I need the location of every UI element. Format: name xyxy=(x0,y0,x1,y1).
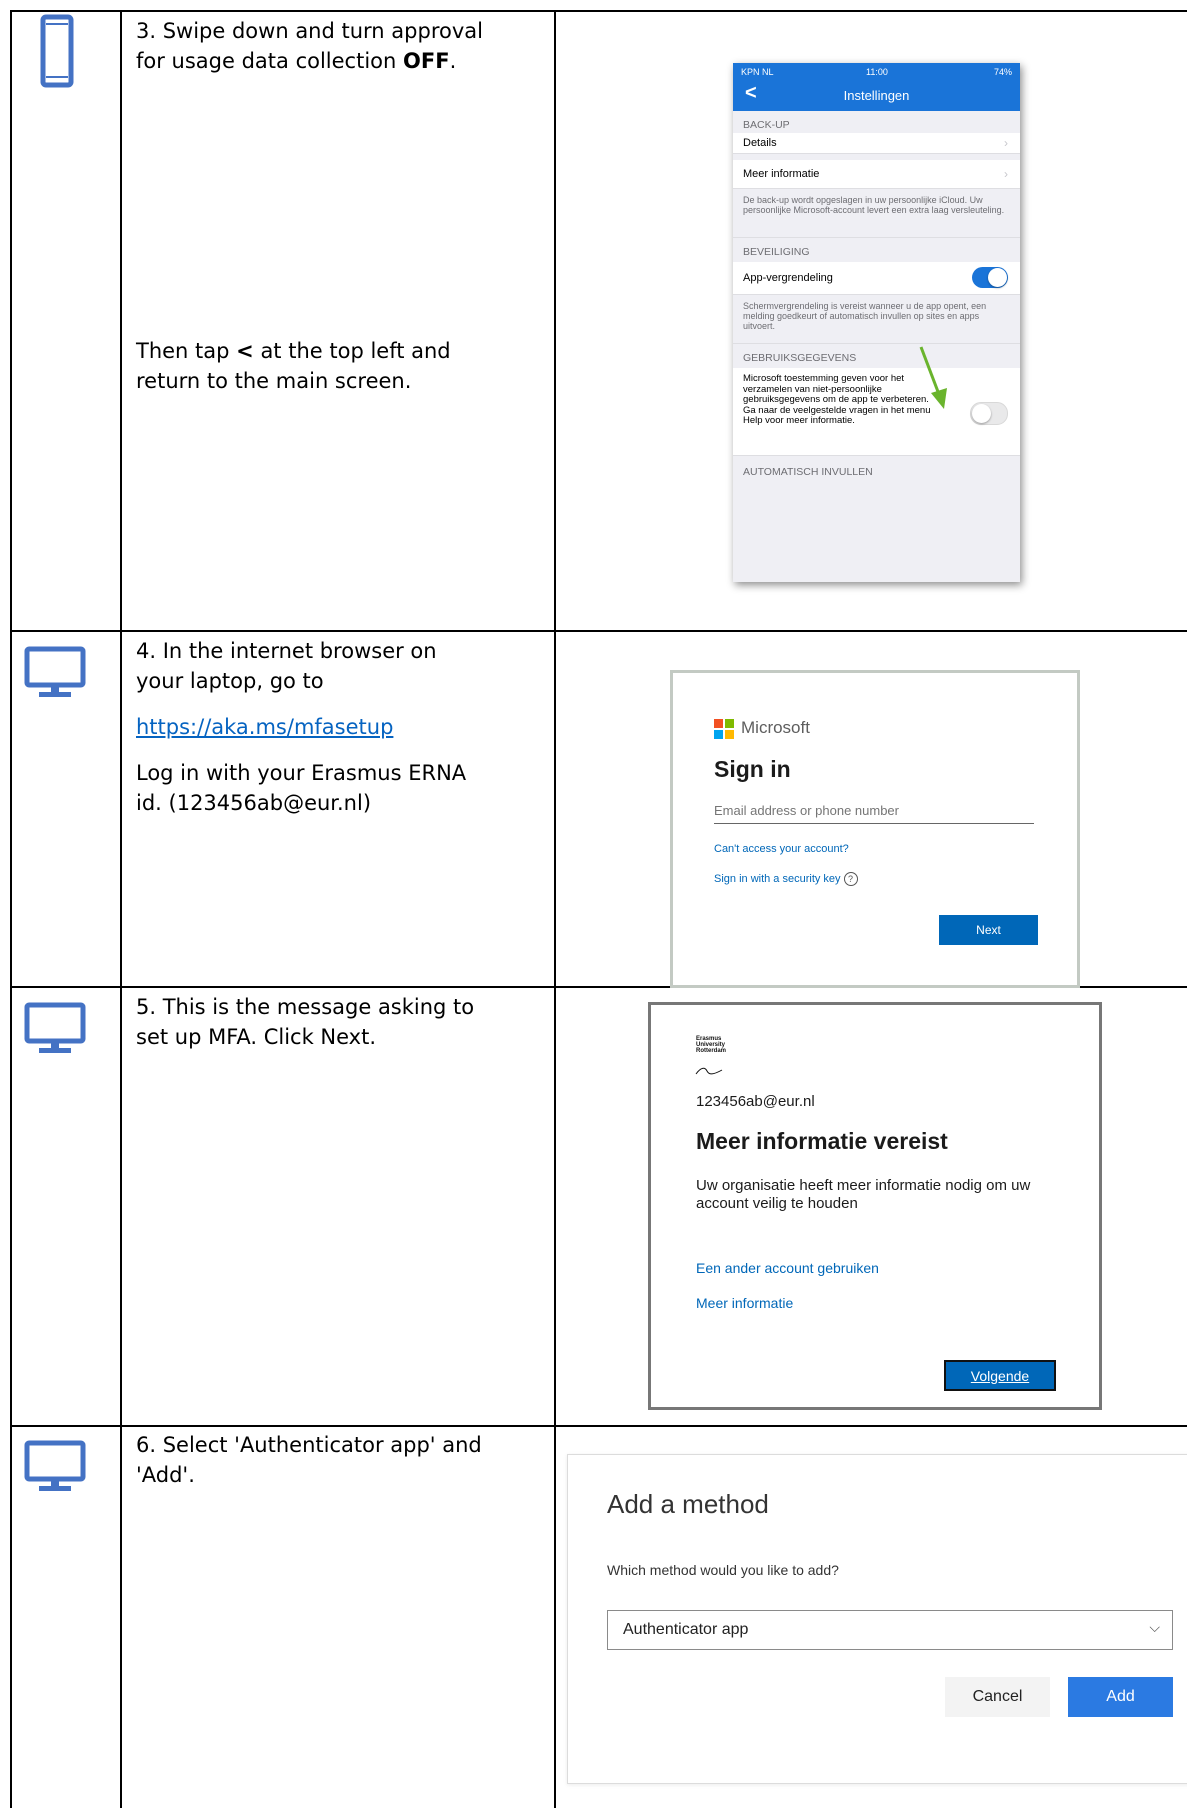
more-info-heading: Meer informatie vereist xyxy=(696,1128,948,1154)
step-5-line2: set up MFA. Click Next. xyxy=(136,1025,377,1049)
green-arrow-icon xyxy=(919,346,947,409)
table-border-left xyxy=(10,10,12,1808)
microsoft-brand: Microsoft xyxy=(741,718,810,737)
microsoft-logo-icon xyxy=(714,719,734,739)
step-3-then-line1: Then tap < at the top left and xyxy=(136,336,536,366)
phone-settings-screenshot: KPN NL 11:00 74% < Instellingen BACK-UP … xyxy=(733,63,1020,582)
other-account-link[interactable]: Een ander account gebruiken xyxy=(696,1260,879,1276)
backup-note: De back-up wordt opgeslagen in uw persoo… xyxy=(743,195,1005,215)
step-4-line1: 4. In the internet browser on xyxy=(136,639,437,663)
add-button[interactable]: Add xyxy=(1068,1677,1173,1717)
status-time: 11:00 xyxy=(866,67,888,77)
section-header-security: BEVEILIGING xyxy=(733,237,1020,262)
step-3-then-prefix: Then tap xyxy=(136,339,237,363)
row-more-info-label: Meer informatie xyxy=(743,168,820,180)
microsoft-sign-in-screenshot: Microsoft Sign in Can't access your acco… xyxy=(670,670,1080,988)
cant-access-link[interactable]: Can't access your account? xyxy=(714,843,849,855)
toggle-knob xyxy=(972,404,991,423)
status-carrier: KPN NL xyxy=(741,67,774,77)
step-3-text: 3. Swipe down and turn approval for usag… xyxy=(136,16,536,76)
row-details[interactable]: Details › xyxy=(733,133,1020,154)
usage-data-toggle[interactable] xyxy=(970,402,1008,425)
help-icon[interactable]: ? xyxy=(843,872,858,886)
step-3-back-glyph-bold: < xyxy=(236,339,254,363)
row-divider xyxy=(10,630,1187,632)
cancel-button[interactable]: Cancel xyxy=(945,1677,1050,1717)
toggle-knob xyxy=(988,268,1007,287)
chevron-down-icon: ⌵ xyxy=(1149,1619,1160,1635)
account-email: 123456ab@eur.nl xyxy=(696,1093,815,1110)
more-info-link[interactable]: Meer informatie xyxy=(696,1295,793,1311)
add-method-heading: Add a method xyxy=(607,1489,769,1519)
row-app-lock[interactable]: App-vergrendeling xyxy=(733,262,1020,295)
email-field[interactable] xyxy=(714,797,1034,824)
step-3-line2-suffix: . xyxy=(449,49,457,73)
column-divider xyxy=(554,10,556,1808)
step-3-line2: for usage data collection OFF. xyxy=(136,46,536,76)
chevron-right-icon: › xyxy=(1004,136,1008,150)
step-5-text: 5. This is the message asking to set up … xyxy=(136,992,536,1052)
next-button[interactable]: Next xyxy=(939,915,1038,945)
step-3-then-line2: return to the main screen. xyxy=(136,369,412,393)
method-select-value: Authenticator app xyxy=(623,1621,749,1638)
status-battery: 74% xyxy=(993,67,1012,77)
row-usage-data[interactable]: Microsoft toestemming geven voor het ver… xyxy=(733,368,1020,456)
row-divider xyxy=(10,1425,1187,1427)
smartphone-icon xyxy=(40,14,74,88)
step-3-then-text: Then tap < at the top left and return to… xyxy=(136,336,536,396)
step-4-link-line: https://aka.ms/mfasetup xyxy=(136,712,536,742)
step-4-line2: your laptop, go to xyxy=(136,669,324,693)
section-header-backup: BACK-UP xyxy=(743,119,790,131)
monitor-icon xyxy=(24,1440,86,1491)
monitor-icon xyxy=(24,646,86,697)
more-info-body: Uw organisatie heeft meer informatie nod… xyxy=(696,1177,1031,1212)
erasmus-logo: Erasmus University Rotterdam xyxy=(696,1036,727,1054)
section-header-usage: GEBRUIKSGEGEVENS xyxy=(733,343,1020,368)
method-select[interactable]: Authenticator app ⌵ xyxy=(607,1610,1173,1650)
row-more-info[interactable]: Meer informatie › xyxy=(733,160,1020,189)
app-lock-toggle[interactable] xyxy=(972,267,1008,288)
security-key-link-label: Sign in with a security key xyxy=(714,872,841,885)
phone-screen-title: Instellingen xyxy=(843,88,910,103)
step-4-text: 4. In the internet browser on your lapto… xyxy=(136,636,536,818)
phone-nav-bar: KPN NL 11:00 74% < Instellingen xyxy=(733,63,1020,111)
step-4-line3: Log in with your Erasmus ERNA xyxy=(136,761,467,785)
row-app-lock-label: App-vergrendeling xyxy=(743,272,833,284)
step-3-line2-prefix: for usage data collection xyxy=(136,49,404,73)
step-3-off-bold: OFF xyxy=(403,49,450,73)
add-method-screenshot: Add a method Which method would you like… xyxy=(567,1454,1187,1784)
instruction-table: 3. Swipe down and turn approval for usag… xyxy=(0,0,1187,1808)
mfasetup-link[interactable]: https://aka.ms/mfasetup xyxy=(136,715,393,739)
add-method-question: Which method would you like to add? xyxy=(607,1562,839,1578)
step-6-line2: 'Add'. xyxy=(136,1463,195,1487)
table-border-top xyxy=(10,10,1187,12)
monitor-icon xyxy=(24,1002,86,1053)
step-3-line1: 3. Swipe down and turn approval xyxy=(136,19,483,43)
step-6-text: 6. Select 'Authenticator app' and 'Add'. xyxy=(136,1430,536,1490)
erasmus-mfa-screenshot: Erasmus University Rotterdam 123456ab@eu… xyxy=(648,1002,1102,1410)
step-6-line1: 6. Select 'Authenticator app' and xyxy=(136,1433,482,1457)
volgende-button[interactable]: Volgende xyxy=(944,1360,1056,1391)
step-4-line4: id. (123456ab@eur.nl) xyxy=(136,791,372,815)
row-details-label: Details xyxy=(743,137,777,149)
step-5-line1: 5. This is the message asking to xyxy=(136,995,475,1019)
column-divider xyxy=(120,10,122,1808)
security-key-link[interactable]: Sign in with a security key? xyxy=(714,872,858,886)
section-header-autofill: AUTOMATISCH INVULLEN xyxy=(743,466,873,478)
security-note: Schermvergrendeling is vereist wanneer u… xyxy=(743,301,987,331)
erasmus-signature-icon xyxy=(695,1067,723,1075)
sign-in-heading: Sign in xyxy=(714,756,791,782)
step-3-then-suffix: at the top left and xyxy=(253,339,451,363)
usage-data-text: Microsoft toestemming geven voor het ver… xyxy=(743,373,931,426)
chevron-right-icon: › xyxy=(1004,167,1008,181)
